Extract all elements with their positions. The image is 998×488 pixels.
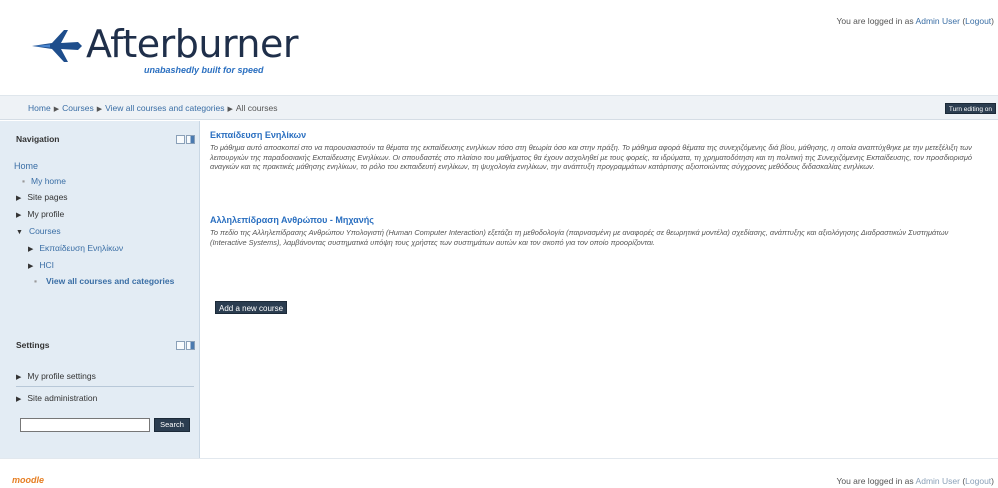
breadcrumb-separator-icon: ▶ bbox=[227, 106, 233, 113]
moodle-logo[interactable]: moodle bbox=[12, 475, 44, 485]
nav-item-label[interactable]: My home bbox=[31, 176, 66, 186]
nav-item-course-adult-education[interactable]: ▶ Εκπαίδευση Ενηλίκων bbox=[28, 243, 123, 253]
settings-block: Settings bbox=[0, 335, 199, 357]
user-profile-link[interactable]: Admin User bbox=[916, 16, 960, 26]
page-footer: moodle You are logged in as Admin User (… bbox=[0, 458, 998, 488]
course-summary: Το μάθημα αυτό αποσκοπεί στο να παρουσια… bbox=[210, 143, 973, 171]
nav-item-label: Site pages bbox=[27, 192, 68, 202]
nav-item-label: My profile bbox=[27, 209, 65, 219]
nav-home-link[interactable]: Home bbox=[14, 161, 38, 171]
course-entry: Αλληλεπίδραση Ανθρώπου - Μηχανής Το πεδί… bbox=[210, 215, 985, 247]
block-controls bbox=[176, 341, 195, 350]
logout-close: ) bbox=[991, 476, 994, 486]
dock-block-icon[interactable] bbox=[186, 135, 195, 144]
login-prefix: You are logged in as bbox=[836, 476, 916, 486]
course-title-link[interactable]: Αλληλεπίδραση Ανθρώπου - Μηχανής bbox=[210, 215, 985, 225]
nav-item-view-all-courses[interactable]: ▪ View all courses and categories bbox=[34, 276, 184, 286]
user-profile-link[interactable]: Admin User bbox=[916, 476, 960, 486]
nav-item-my-profile[interactable]: ▶ My profile bbox=[16, 209, 64, 219]
jet-plane-icon bbox=[32, 30, 82, 62]
settings-block-title: Settings bbox=[16, 340, 50, 350]
logo-text: Afterburner bbox=[86, 22, 299, 66]
search-button[interactable]: Search bbox=[154, 418, 190, 432]
expand-arrow-icon: ▶ bbox=[16, 374, 22, 381]
logout-close: ) bbox=[991, 16, 994, 26]
sidebar: Navigation Home ▪ My home ▶ Site pages ▶ My… bbox=[0, 121, 200, 458]
page-header: Afterburner unabashedly built for speed … bbox=[0, 0, 998, 96]
nav-item-label[interactable]: HCI bbox=[39, 260, 54, 270]
login-info-footer: You are logged in as Admin User (Logout) bbox=[836, 476, 994, 486]
site-logo[interactable]: Afterburner unabashedly built for speed bbox=[30, 22, 299, 78]
expand-arrow-icon: ▶ bbox=[16, 195, 22, 202]
collapse-arrow-icon: ▼ bbox=[16, 229, 23, 236]
breadcrumb: Home ▶ Courses ▶ View all courses and catego… bbox=[28, 103, 277, 113]
settings-block-header: Settings bbox=[0, 335, 199, 357]
navigation-block-header: Navigation bbox=[0, 129, 199, 151]
logout-link[interactable]: Logout bbox=[965, 476, 991, 486]
breadcrumb-view-all[interactable]: View all courses and categories bbox=[105, 103, 224, 113]
settings-item-my-profile-settings[interactable]: ▶ My profile settings bbox=[16, 371, 96, 381]
breadcrumb-current: All courses bbox=[235, 103, 278, 113]
login-prefix: You are logged in as bbox=[836, 16, 916, 26]
expand-arrow-icon: ▶ bbox=[16, 396, 22, 403]
login-info-header: You are logged in as Admin User (Logout) bbox=[836, 16, 994, 26]
logo-tagline: unabashedly built for speed bbox=[144, 65, 264, 75]
expand-arrow-icon: ▶ bbox=[16, 212, 22, 219]
expand-arrow-icon: ▶ bbox=[28, 246, 34, 253]
settings-item-label: My profile settings bbox=[27, 371, 96, 381]
breadcrumb-home[interactable]: Home bbox=[28, 103, 51, 113]
add-new-course-button[interactable]: Add a new course bbox=[215, 301, 288, 314]
divider bbox=[16, 386, 194, 387]
nav-item-label[interactable]: Courses bbox=[29, 226, 61, 236]
settings-item-site-administration[interactable]: ▶ Site administration bbox=[16, 393, 97, 403]
course-title-link[interactable]: Εκπαίδευση Ενηλίκων bbox=[210, 130, 985, 140]
dock-block-icon[interactable] bbox=[186, 341, 195, 350]
logout-link[interactable]: Logout bbox=[965, 16, 991, 26]
navbar: Home ▶ Courses ▶ View all courses and catego… bbox=[0, 96, 998, 120]
navigation-block: Navigation bbox=[0, 129, 199, 151]
nav-item-my-home[interactable]: ▪ My home bbox=[22, 176, 66, 186]
breadcrumb-courses[interactable]: Courses bbox=[62, 103, 94, 113]
turn-editing-on-button[interactable]: Turn editing on bbox=[944, 103, 996, 114]
course-entry: Εκπαίδευση Ενηλίκων Το μάθημα αυτό αποσκ… bbox=[210, 130, 985, 172]
collapse-block-icon[interactable] bbox=[176, 135, 185, 144]
nav-item-course-hci[interactable]: ▶ HCI bbox=[28, 260, 54, 270]
block-controls bbox=[176, 135, 195, 144]
nav-item-courses[interactable]: ▼ Courses bbox=[16, 226, 61, 236]
breadcrumb-separator-icon: ▶ bbox=[96, 106, 103, 113]
navigation-block-title: Navigation bbox=[16, 134, 60, 144]
expand-arrow-icon: ▶ bbox=[28, 263, 34, 270]
bullet-icon: ▪ bbox=[22, 176, 26, 186]
breadcrumb-separator-icon: ▶ bbox=[53, 106, 60, 113]
nav-item-label[interactable]: View all courses and categories bbox=[46, 276, 184, 286]
search-input[interactable] bbox=[20, 418, 150, 432]
bullet-icon: ▪ bbox=[34, 276, 38, 286]
nav-item-site-pages[interactable]: ▶ Site pages bbox=[16, 192, 68, 202]
nav-item-label[interactable]: Εκπαίδευση Ενηλίκων bbox=[39, 243, 123, 253]
collapse-block-icon[interactable] bbox=[176, 341, 185, 350]
course-summary: Το πεδίο της Αλληλεπίδρασης Ανθρώπου Υπο… bbox=[210, 228, 949, 247]
settings-item-label: Site administration bbox=[27, 393, 98, 403]
